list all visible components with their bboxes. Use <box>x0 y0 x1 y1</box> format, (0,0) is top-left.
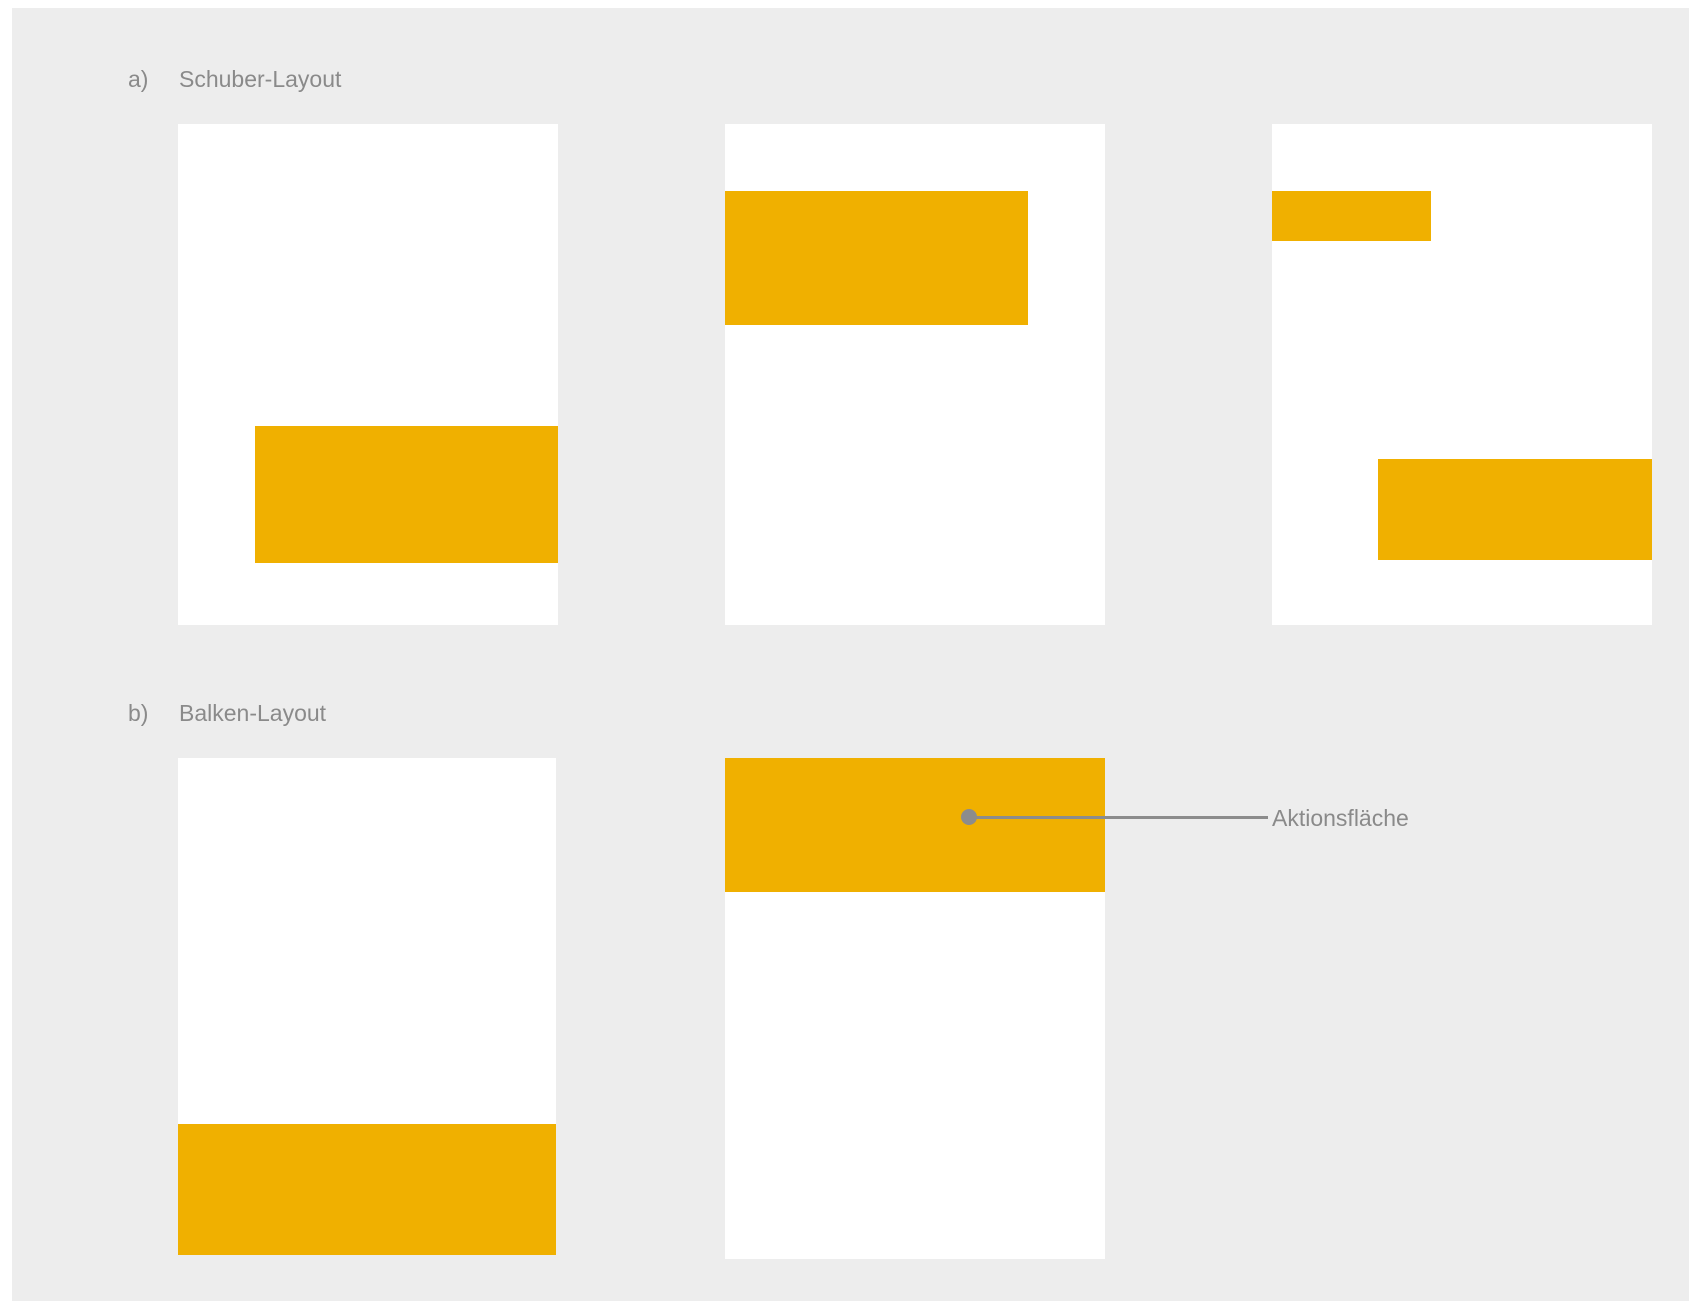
action-area <box>255 426 558 563</box>
section-a-marker: a) <box>128 66 149 92</box>
balken-layout-page-1 <box>178 758 556 1255</box>
action-area <box>1378 459 1652 560</box>
action-area-small <box>1272 191 1431 241</box>
section-b-marker: b) <box>128 700 149 726</box>
callout-leader-line <box>968 816 1268 819</box>
action-area <box>178 1124 556 1255</box>
balken-layout-page-2 <box>725 758 1105 1259</box>
callout-dot <box>961 809 977 825</box>
section-a-title: Schuber-Layout <box>179 66 342 92</box>
schuber-layout-page-3 <box>1272 124 1652 625</box>
action-area <box>725 758 1105 892</box>
callout-label-aktionsflaeche: Aktionsfläche <box>1272 805 1409 831</box>
diagram-panel: a) Schuber-Layout b) Balken-Layout Aktio… <box>12 8 1689 1301</box>
schuber-layout-page-2 <box>725 124 1105 625</box>
section-b-title: Balken-Layout <box>179 700 327 726</box>
schuber-layout-page-1 <box>178 124 558 625</box>
action-area <box>725 191 1028 325</box>
